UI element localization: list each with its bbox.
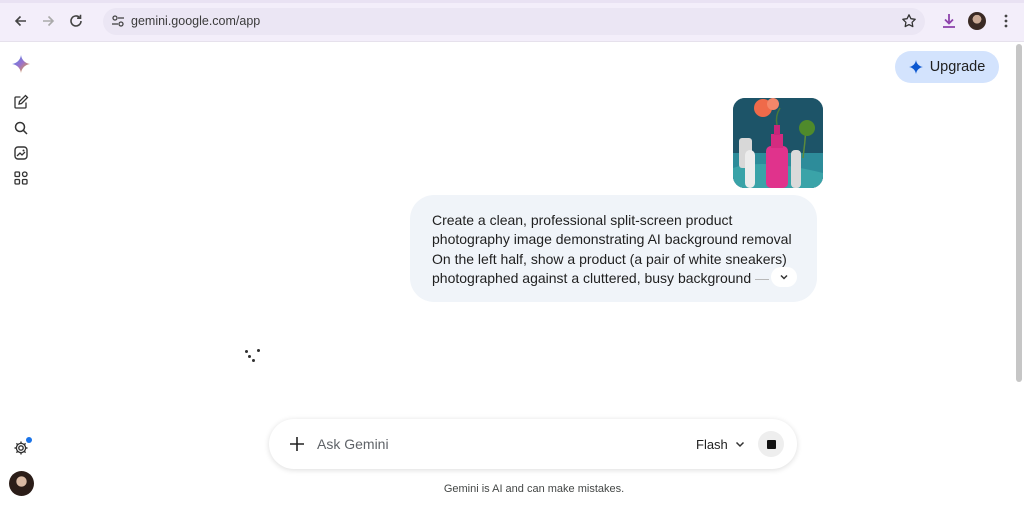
- browser-profile-avatar[interactable]: [968, 12, 986, 30]
- user-prompt-bubble: Create a clean, professional split-scree…: [410, 195, 817, 302]
- image-library-icon: [14, 146, 28, 160]
- edit-icon: [14, 94, 29, 109]
- upgrade-label: Upgrade: [929, 59, 986, 75]
- apps-icon: [14, 171, 28, 185]
- download-icon[interactable]: [939, 11, 959, 31]
- reload-icon: [70, 14, 82, 27]
- chevron-down-icon[interactable]: [734, 438, 746, 450]
- search-button[interactable]: [12, 119, 30, 137]
- expand-prompt-button[interactable]: [771, 267, 797, 287]
- stop-generation-button[interactable]: [758, 431, 784, 457]
- spinner-dot: [245, 350, 248, 353]
- chevron-down-icon: [780, 274, 788, 280]
- gemini-logo-icon[interactable]: [12, 55, 30, 73]
- notification-dot: [26, 437, 32, 443]
- url-text[interactable]: gemini.google.com/app: [131, 14, 260, 28]
- prompt-line-truncated: photographed against a cluttered, busy b…: [432, 269, 792, 288]
- prompt-line: Create a clean, professional split-scree…: [432, 212, 733, 228]
- upgrade-button[interactable]: Upgrade: [895, 51, 999, 83]
- scrollbar-thumb[interactable]: [1016, 44, 1022, 382]
- plus-icon[interactable]: [288, 435, 306, 453]
- address-bar[interactable]: gemini.google.com/app: [103, 8, 925, 35]
- user-prompt-text: Create a clean, professional split-scree…: [432, 211, 792, 288]
- disclaimer-text: Gemini is AI and can make mistakes.: [443, 483, 625, 495]
- forward-button[interactable]: [37, 10, 59, 32]
- apps-button[interactable]: [12, 169, 30, 187]
- more-vert-icon[interactable]: [999, 12, 1013, 30]
- prompt-line: On the left half, show a product (a pair…: [432, 250, 787, 267]
- model-selector-label[interactable]: Flash: [696, 437, 728, 452]
- spinner-dot: [257, 349, 260, 352]
- browser-toolbar: gemini.google.com/app: [0, 0, 1024, 42]
- new-chat-button[interactable]: [12, 93, 30, 111]
- back-button[interactable]: [10, 10, 32, 32]
- prompt-input-placeholder[interactable]: Ask Gemini: [317, 436, 389, 452]
- prompt-line: photography image demonstrating AI backg…: [432, 231, 792, 248]
- tab-strip-edge: [0, 0, 1024, 3]
- sparkle-icon: [908, 60, 923, 74]
- attached-image-thumbnail[interactable]: [733, 98, 823, 188]
- search-icon: [14, 121, 28, 135]
- spinner-dot: [252, 359, 255, 362]
- prompt-input-box[interactable]: Ask Gemini Flash: [269, 419, 797, 469]
- arrow-left-icon: [14, 15, 26, 27]
- reload-button[interactable]: [65, 10, 87, 32]
- image-library-button[interactable]: [12, 144, 30, 162]
- site-settings-icon[interactable]: [111, 14, 125, 28]
- stop-icon: [766, 439, 776, 449]
- product-photo-image: [733, 98, 823, 188]
- prompt-line: photographed against a cluttered, busy b…: [432, 269, 752, 286]
- bookmark-star-icon[interactable]: [901, 13, 917, 29]
- spinner-dot: [248, 355, 251, 358]
- arrow-right-icon: [43, 15, 55, 27]
